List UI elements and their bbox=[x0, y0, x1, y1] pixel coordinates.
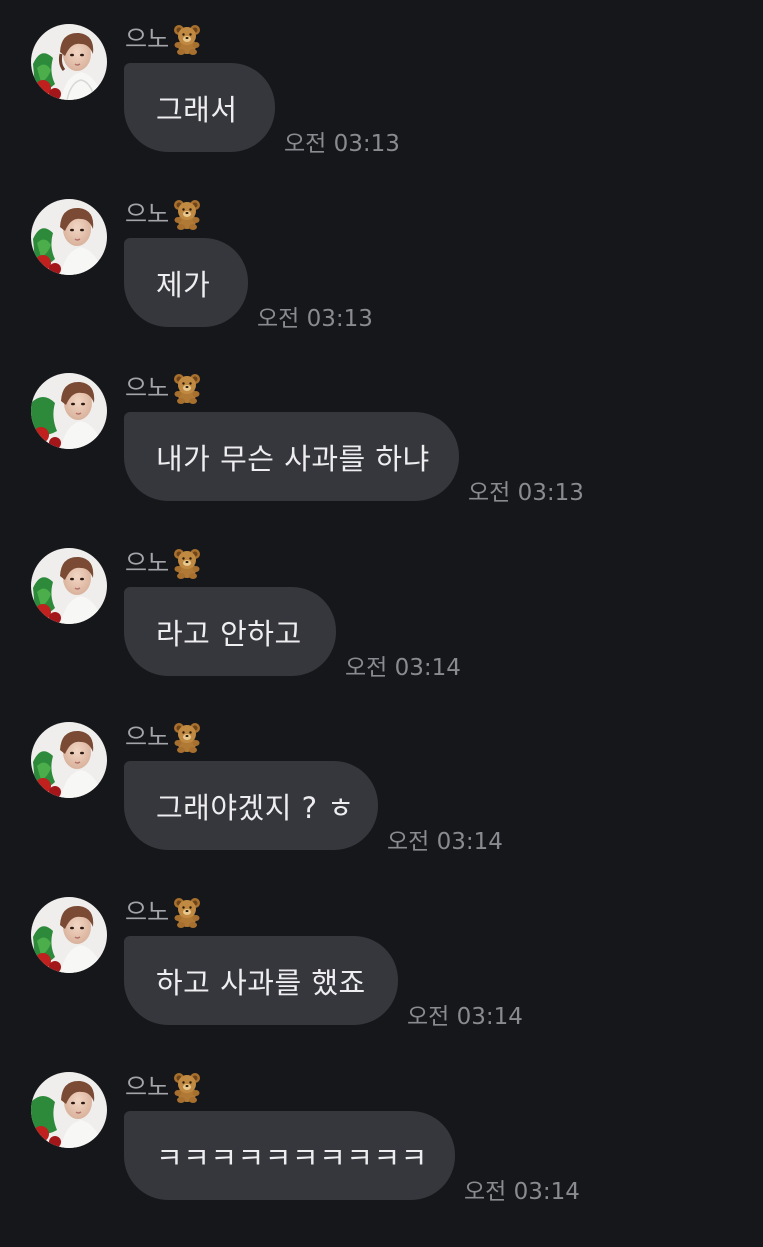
teddy-bear-icon bbox=[174, 723, 201, 753]
teddy-bear-icon bbox=[174, 374, 201, 404]
teddy-bear-icon bbox=[174, 1073, 201, 1103]
sender-name: 으노 bbox=[125, 374, 170, 402]
message-time: 오전 03:14 bbox=[387, 829, 503, 855]
message-row: 으노 라고 안하고 오전 03:14 bbox=[0, 548, 763, 723]
message-time: 오전 03:14 bbox=[407, 1004, 523, 1030]
avatar[interactable] bbox=[31, 24, 107, 100]
sender-name: 으노 bbox=[125, 723, 170, 751]
message-row: 으노 그래야겠지 ? ㅎ 오전 03:14 bbox=[0, 722, 763, 897]
avatar[interactable] bbox=[31, 722, 107, 798]
message-row: 으노 ㅋㅋㅋㅋㅋㅋㅋㅋㅋㅋ 오전 03:14 bbox=[0, 1072, 763, 1247]
sender-name: 으노 bbox=[125, 549, 170, 577]
sender-label: 으노 bbox=[125, 720, 203, 754]
message-row: 으노 제가 오전 03:13 bbox=[0, 199, 763, 374]
message-time: 오전 03:14 bbox=[345, 655, 461, 681]
sender-name: 으노 bbox=[125, 200, 170, 228]
sender-label: 으노 bbox=[125, 1070, 203, 1104]
message-time: 오전 03:14 bbox=[464, 1179, 580, 1205]
avatar[interactable] bbox=[31, 199, 107, 275]
message-bubble[interactable]: 라고 안하고 bbox=[124, 587, 336, 676]
sender-label: 으노 bbox=[125, 22, 203, 56]
avatar[interactable] bbox=[31, 548, 107, 624]
message-bubble[interactable]: ㅋㅋㅋㅋㅋㅋㅋㅋㅋㅋ bbox=[124, 1111, 455, 1200]
sender-label: 으노 bbox=[125, 197, 203, 231]
message-time: 오전 03:13 bbox=[468, 480, 584, 506]
message-row: 으노 하고 사과를 했죠 오전 03:14 bbox=[0, 897, 763, 1072]
message-time: 오전 03:13 bbox=[284, 131, 400, 157]
sender-name: 으노 bbox=[125, 898, 170, 926]
avatar[interactable] bbox=[31, 373, 107, 449]
message-bubble[interactable]: 그래서 bbox=[124, 63, 275, 152]
sender-label: 으노 bbox=[125, 895, 203, 929]
message-time: 오전 03:13 bbox=[257, 306, 373, 332]
teddy-bear-icon bbox=[174, 898, 201, 928]
teddy-bear-icon bbox=[174, 200, 201, 230]
message-row: 으노 내가 무슨 사과를 하냐 오전 03:13 bbox=[0, 373, 763, 548]
sender-label: 으노 bbox=[125, 546, 203, 580]
sender-name: 으노 bbox=[125, 25, 170, 53]
avatar[interactable] bbox=[31, 897, 107, 973]
sender-label: 으노 bbox=[125, 371, 203, 405]
teddy-bear-icon bbox=[174, 549, 201, 579]
message-bubble[interactable]: 내가 무슨 사과를 하냐 bbox=[124, 412, 459, 501]
avatar[interactable] bbox=[31, 1072, 107, 1148]
message-bubble[interactable]: 그래야겠지 ? ㅎ bbox=[124, 761, 378, 850]
teddy-bear-icon bbox=[174, 25, 201, 55]
message-bubble[interactable]: 하고 사과를 했죠 bbox=[124, 936, 398, 1025]
message-bubble[interactable]: 제가 bbox=[124, 238, 248, 327]
sender-name: 으노 bbox=[125, 1073, 170, 1101]
message-row: 으노 그래서 오전 03:13 bbox=[0, 24, 763, 199]
